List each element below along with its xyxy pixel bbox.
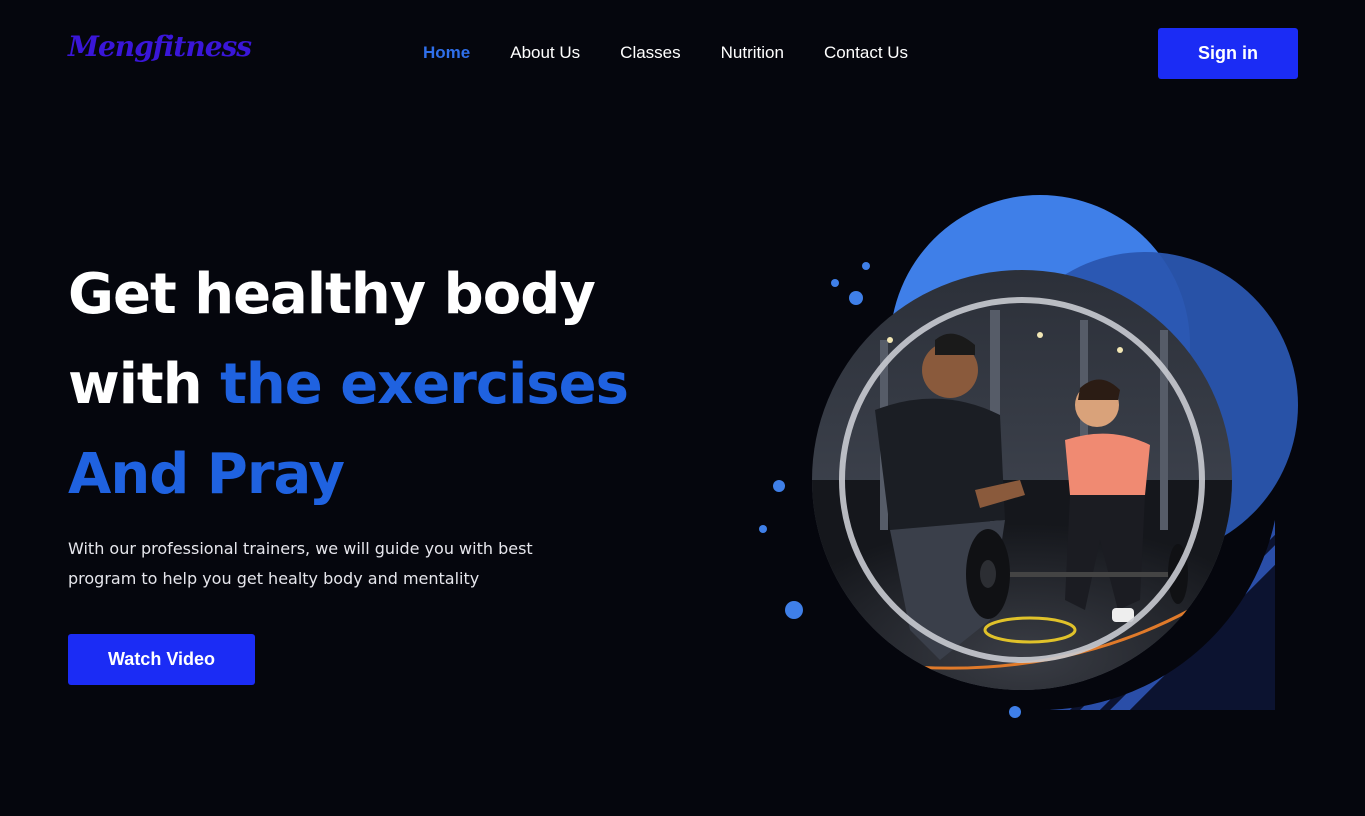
dot [862, 262, 870, 270]
headline-line-2-blue: the exercises [220, 352, 629, 417]
nav-nutrition[interactable]: Nutrition [721, 43, 784, 63]
dot [759, 525, 767, 533]
nav-about-us[interactable]: About Us [510, 43, 580, 63]
nav-home[interactable]: Home [423, 43, 470, 63]
headline-line-1: Get healthy body [68, 262, 596, 327]
nav-classes[interactable]: Classes [620, 43, 680, 63]
dot [785, 601, 803, 619]
dot [849, 291, 863, 305]
headline-line-3: And Pray [68, 442, 345, 507]
sign-in-button[interactable]: Sign in [1158, 28, 1298, 79]
hero-illustration [759, 195, 1298, 718]
hero-headline: Get healthy body with the exercises And … [68, 250, 629, 520]
dot [831, 279, 839, 287]
hero-subtext-line-1: With our professional trainers, we will … [68, 539, 533, 558]
headline-line-2-white: with [68, 352, 203, 417]
hero-subtext-line-2: program to help you get healty body and … [68, 569, 480, 588]
dot [773, 480, 785, 492]
brand-logo[interactable]: Mengfitness [68, 30, 252, 63]
dot [1009, 706, 1021, 718]
watch-video-button[interactable]: Watch Video [68, 634, 255, 685]
main-nav: Home About Us Classes Nutrition Contact … [423, 43, 908, 63]
hero-subtext: With our professional trainers, we will … [68, 534, 548, 594]
headline-line-2: with the exercises [68, 340, 629, 430]
nav-contact-us[interactable]: Contact Us [824, 43, 908, 63]
